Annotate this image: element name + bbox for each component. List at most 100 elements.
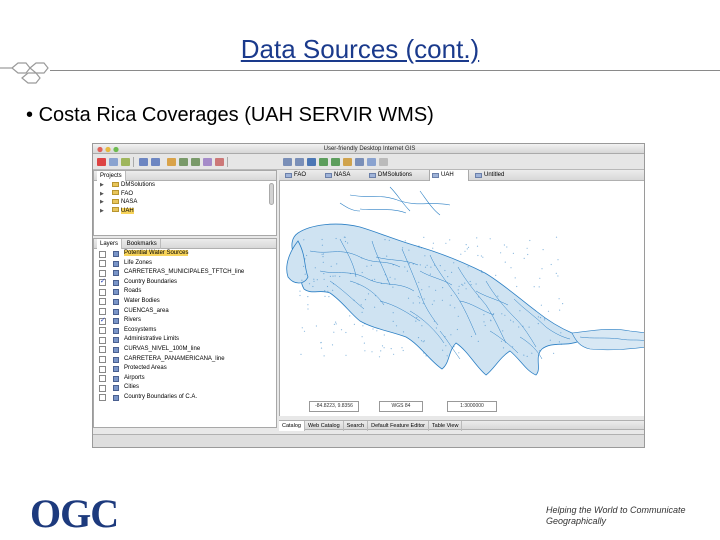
river-speck (389, 276, 391, 278)
river-speck (502, 330, 504, 332)
map-tab[interactable]: DMSolutions (367, 170, 425, 181)
open-icon[interactable] (121, 158, 130, 166)
river-speck (434, 264, 436, 266)
title-divider (50, 70, 720, 71)
undo-icon[interactable] (139, 158, 148, 166)
settings-icon[interactable] (379, 158, 388, 166)
layers-icon[interactable] (331, 158, 340, 166)
save-icon[interactable] (109, 158, 118, 166)
river-speck (526, 355, 528, 357)
layer-visibility-checkbox[interactable] (99, 356, 106, 364)
print-icon[interactable] (355, 158, 364, 166)
zoom-in-icon[interactable] (179, 158, 188, 166)
river-speck (418, 245, 420, 247)
edit-icon[interactable] (215, 158, 224, 166)
layer-visibility-checkbox[interactable] (99, 346, 106, 354)
layer-row[interactable]: CARRETERA_PANAMERICANA_line (94, 355, 276, 365)
new-map-icon[interactable] (97, 158, 106, 166)
layer-row[interactable]: Administrative Limits (94, 335, 276, 345)
map-canvas[interactable] (279, 181, 644, 416)
layer-row[interactable]: Protected Areas (94, 364, 276, 374)
redo-icon[interactable] (151, 158, 160, 166)
expand-arrow-icon[interactable]: ▶ (100, 181, 104, 190)
measure-icon[interactable] (319, 158, 328, 166)
crs-selector[interactable]: WGS 84 (379, 401, 423, 412)
river-speck (444, 336, 446, 338)
layer-row[interactable]: Roads (94, 287, 276, 297)
zoom-out-icon[interactable] (191, 158, 200, 166)
layer-visibility-checkbox[interactable] (99, 269, 106, 277)
tab-catalog[interactable]: Catalog (279, 421, 305, 431)
layer-row[interactable]: Airports (94, 374, 276, 384)
tab-layers[interactable]: Layers (97, 239, 123, 249)
layer-row[interactable]: Rivers (94, 316, 276, 326)
layer-row[interactable]: CARRETERAS_MUNICIPALES_TFTCH_line (94, 268, 276, 278)
info-icon[interactable] (307, 158, 316, 166)
select-icon[interactable] (203, 158, 212, 166)
layer-row[interactable]: Country Boundaries of C.A. (94, 393, 276, 403)
pan-icon[interactable] (167, 158, 176, 166)
map-tab[interactable]: NASA (323, 170, 363, 181)
project-item[interactable]: ▶ FAO (94, 190, 276, 199)
layer-visibility-checkbox[interactable] (99, 336, 106, 344)
layer-visibility-checkbox[interactable] (99, 277, 106, 287)
river-speck (332, 275, 334, 277)
expand-arrow-icon[interactable]: ▶ (100, 198, 104, 207)
river-speck (425, 355, 427, 357)
river-speck (404, 266, 406, 268)
scale-selector[interactable]: 1:3000000 (447, 401, 497, 412)
bookmark-icon[interactable] (343, 158, 352, 166)
tab-web-catalog[interactable]: Web Catalog (305, 421, 344, 431)
layer-row[interactable]: CUENCAS_area (94, 307, 276, 317)
river-speck (321, 244, 323, 246)
map-tab-active[interactable]: UAH (429, 170, 469, 181)
river-speck (481, 271, 483, 274)
ogc-logo: OGC (30, 491, 119, 536)
project-item[interactable]: ▶ NASA (94, 198, 276, 207)
river-speck (502, 347, 505, 349)
tab-bookmarks[interactable]: Bookmarks (124, 239, 161, 249)
layer-visibility-checkbox[interactable] (99, 316, 106, 325)
river-speck (344, 240, 347, 243)
expand-arrow-icon[interactable]: ▶ (100, 207, 104, 216)
expand-arrow-icon[interactable]: ▶ (100, 190, 104, 199)
tab-feature-editor[interactable]: Default Feature Editor (368, 421, 429, 431)
layer-visibility-checkbox[interactable] (99, 250, 106, 258)
layer-row[interactable]: Potential Water Sources (94, 249, 276, 259)
layer-visibility-checkbox[interactable] (99, 365, 106, 373)
layer-row[interactable]: Cities (94, 383, 276, 393)
projects-scrollbar[interactable] (269, 183, 274, 205)
map-tab[interactable]: Untitled (473, 170, 519, 181)
project-item[interactable]: ▶ DMSolutions (94, 181, 276, 190)
river-speck (541, 268, 543, 270)
layer-visibility-checkbox[interactable] (99, 384, 106, 392)
tab-projects[interactable]: Projects (97, 171, 126, 181)
tab-table-view[interactable]: Table View (429, 421, 463, 431)
window-controls-icon[interactable] (97, 146, 123, 153)
river-speck (555, 272, 557, 274)
layer-visibility-checkbox[interactable] (99, 394, 106, 402)
refresh-icon[interactable] (295, 158, 304, 166)
export-icon[interactable] (367, 158, 376, 166)
layer-row[interactable]: CURVAS_NIVEL_100M_line (94, 345, 276, 355)
layer-visibility-checkbox[interactable] (99, 327, 106, 335)
river-speck (444, 269, 446, 272)
zoom-extent-icon[interactable] (283, 158, 292, 166)
layer-visibility-checkbox[interactable] (99, 260, 106, 268)
layer-visibility-checkbox[interactable] (99, 288, 106, 296)
layer-label: Country Boundaries (124, 278, 178, 285)
tab-search[interactable]: Search (344, 421, 369, 431)
layer-visibility-checkbox[interactable] (99, 298, 106, 306)
layer-row[interactable]: Water Bodies (94, 297, 276, 307)
river-speck (442, 287, 444, 289)
project-item-selected[interactable]: ▶ UAH (94, 207, 276, 216)
layer-row[interactable]: Country Boundaries (94, 277, 276, 288)
layer-row[interactable]: Ecosystems (94, 326, 276, 336)
layer-visibility-checkbox[interactable] (99, 375, 106, 383)
layer-visibility-checkbox[interactable] (99, 308, 106, 316)
layer-row[interactable]: Life Zones (94, 259, 276, 269)
map-statusbar: -84.8223, 9.8356 WGS 84 1:3000000 (279, 398, 644, 416)
river-speck (476, 237, 478, 239)
map-tab[interactable]: FAO (283, 170, 319, 181)
river-speck (335, 321, 337, 323)
